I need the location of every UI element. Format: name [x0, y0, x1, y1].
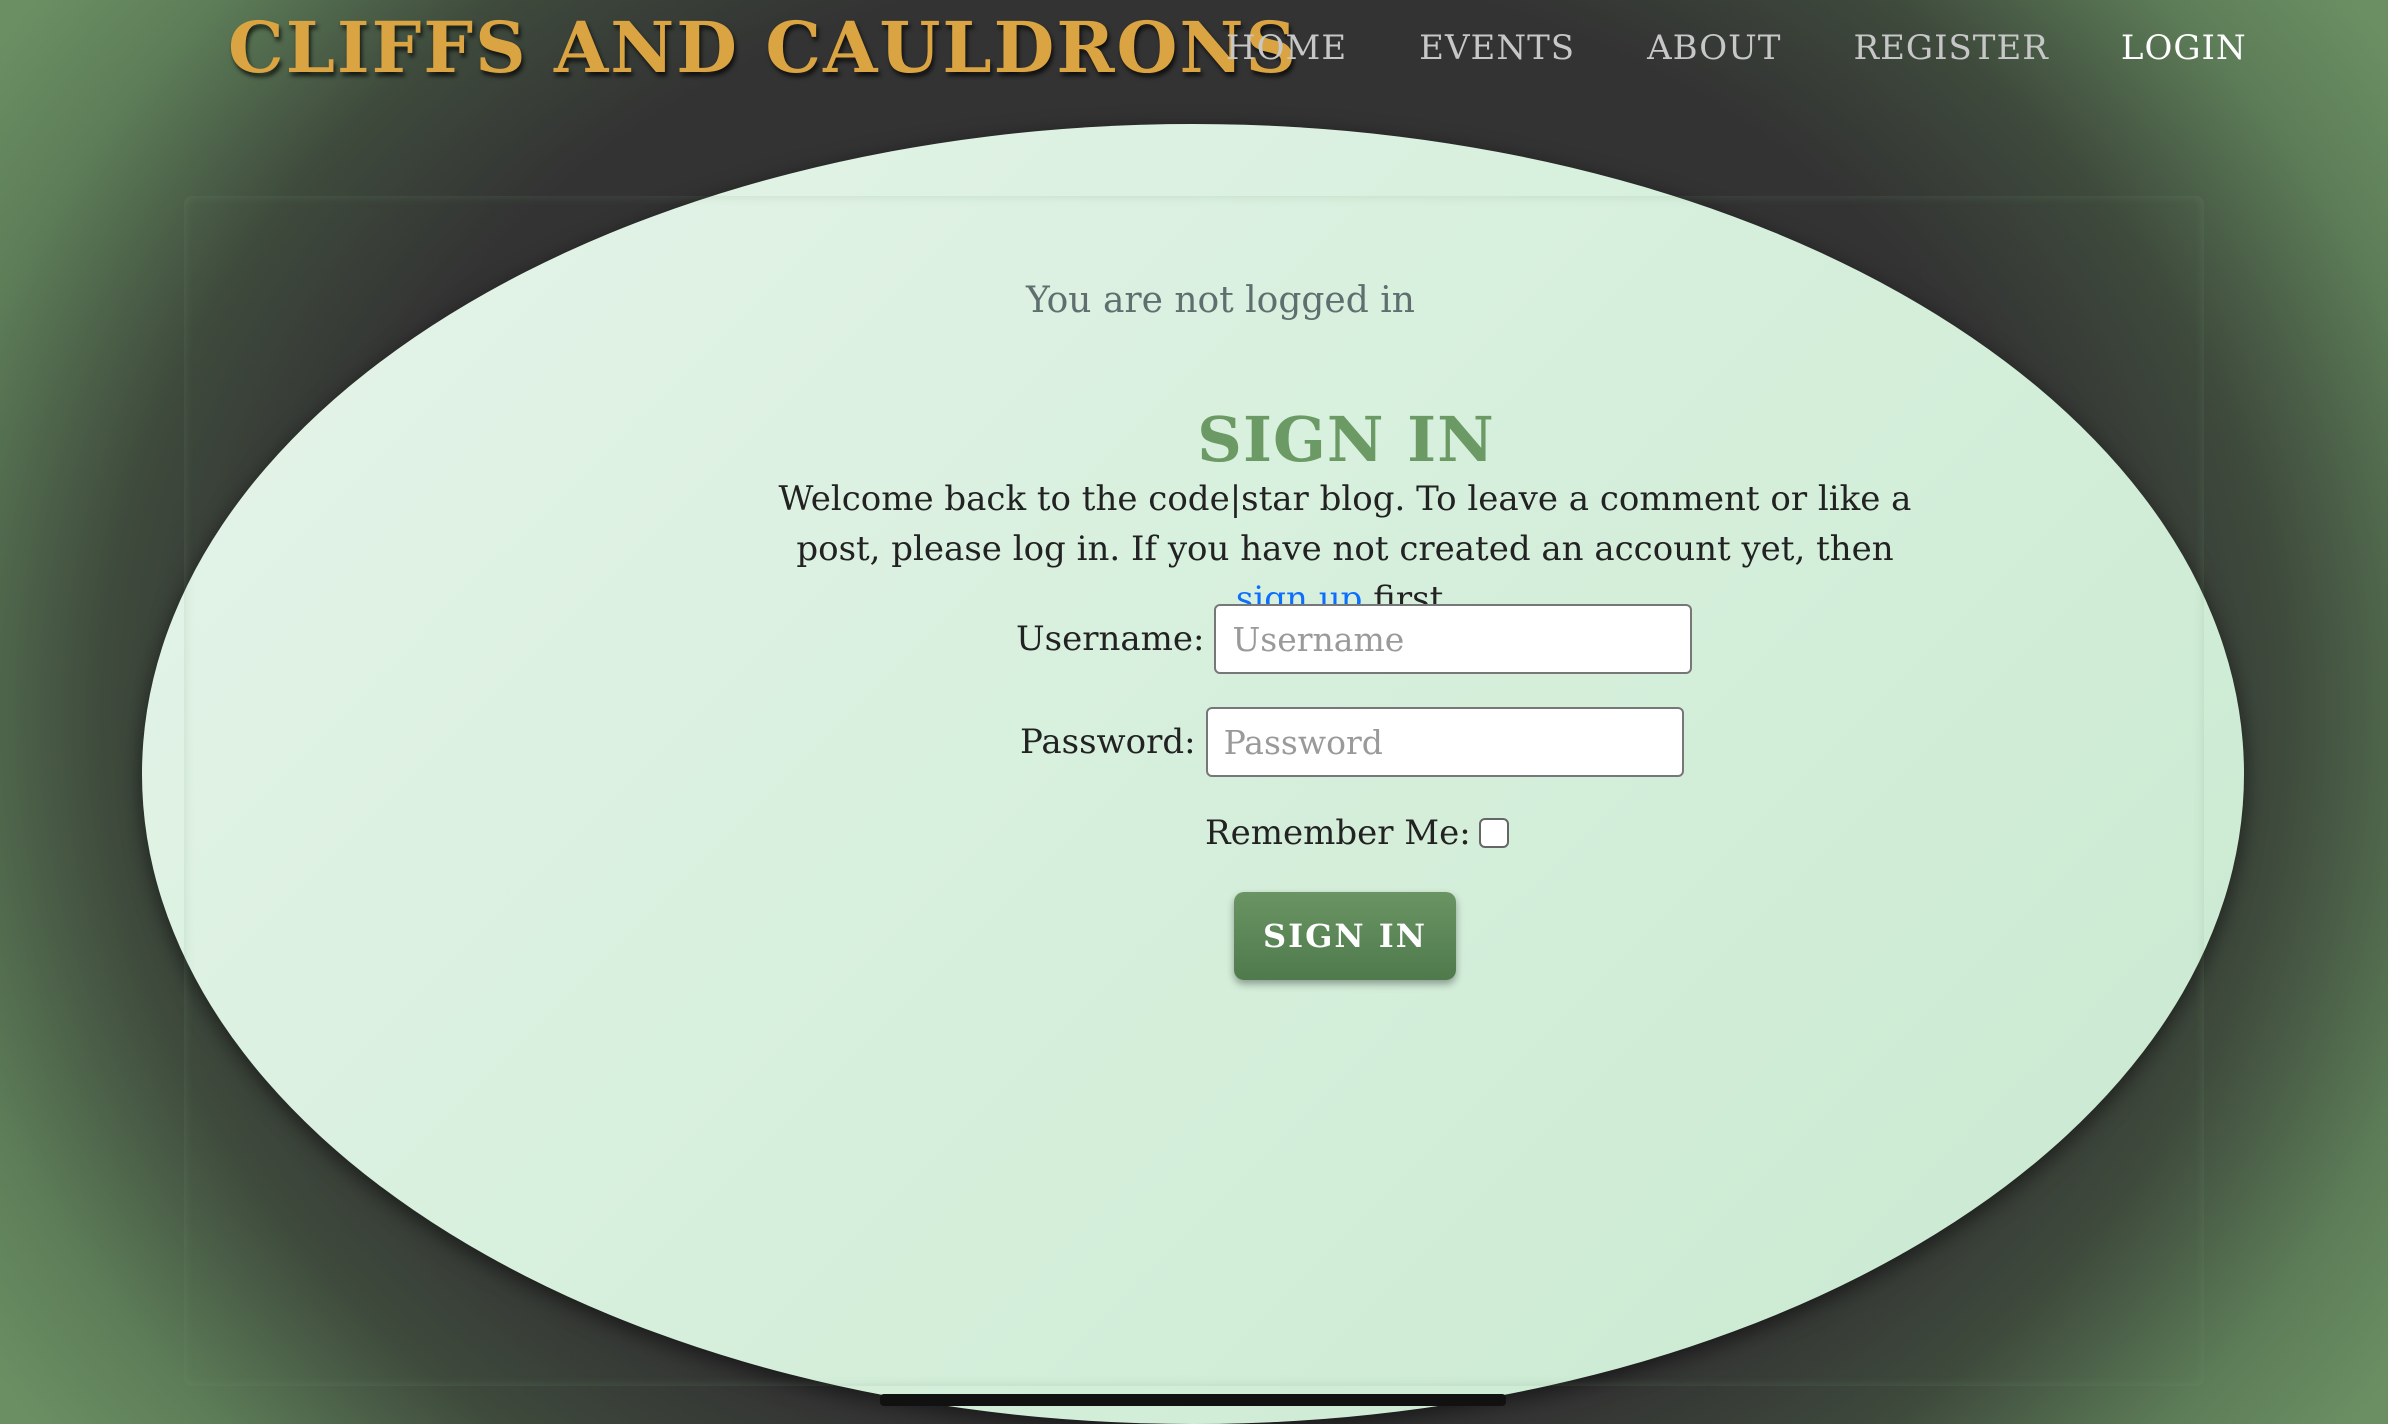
- intro-text: Welcome back to the code|star blog. To l…: [770, 474, 1920, 624]
- bottom-bar: [880, 1394, 1506, 1406]
- username-row: Username:: [1016, 604, 1693, 674]
- navbar: Cliffs and Cauldrons Home Events About R…: [0, 0, 2388, 110]
- brand-logo[interactable]: Cliffs and Cauldrons: [228, 6, 1298, 89]
- page-title: Sign In: [1197, 403, 1495, 477]
- remember-label: Remember Me:: [1205, 813, 1471, 853]
- nav-item-login[interactable]: Login: [2121, 28, 2247, 68]
- username-input[interactable]: [1214, 604, 1693, 674]
- password-label: Password:: [1020, 722, 1196, 762]
- sign-in-button[interactable]: Sign In: [1234, 892, 1456, 980]
- nav-item-events[interactable]: Events: [1419, 28, 1575, 68]
- nav-links: Home Events About Register Login: [1226, 28, 2319, 68]
- nav-item-home[interactable]: Home: [1226, 28, 1347, 68]
- nav-item-about[interactable]: About: [1647, 28, 1781, 68]
- username-label: Username:: [1016, 619, 1205, 659]
- login-status-text: You are not logged in: [1026, 280, 1415, 321]
- intro-text-start: Welcome back to the code|star blog. To l…: [778, 479, 1912, 569]
- password-input[interactable]: [1205, 707, 1684, 777]
- password-row: Password:: [1020, 707, 1684, 777]
- nav-item-register[interactable]: Register: [1853, 28, 2048, 68]
- remember-checkbox[interactable]: [1478, 818, 1509, 848]
- remember-row: Remember Me:: [1205, 813, 1509, 853]
